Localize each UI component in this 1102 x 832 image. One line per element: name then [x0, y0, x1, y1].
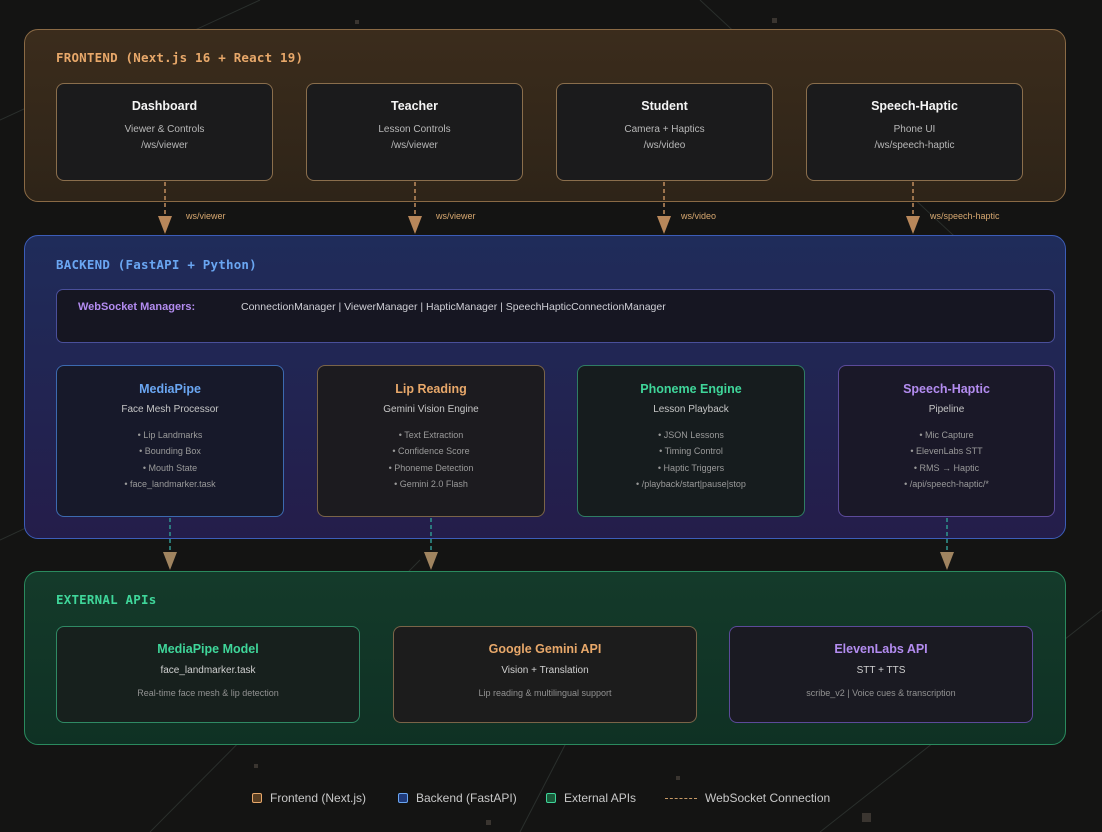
arrowhead: [940, 552, 954, 570]
legend-item-external: External APIs: [546, 791, 636, 805]
arrowhead: [906, 216, 920, 234]
connection-label: ws/video: [681, 211, 717, 221]
arrowhead: [657, 216, 671, 234]
legend-item-frontend: Frontend (Next.js): [252, 791, 366, 805]
legend-label: Backend (FastAPI): [416, 791, 517, 805]
legend-label: WebSocket Connection: [705, 791, 831, 805]
legend-item-connection: WebSocket Connection: [665, 791, 830, 805]
arrowhead: [424, 552, 438, 570]
legend-dash-icon: [665, 797, 697, 799]
arrowhead: [408, 216, 422, 234]
legend-label: Frontend (Next.js): [270, 791, 367, 805]
legend-swatch-frontend: [252, 793, 262, 803]
legend: Frontend (Next.js) Backend (FastAPI) Ext…: [0, 791, 1102, 807]
legend-swatch-external: [546, 793, 556, 803]
connection-label: ws/viewer: [436, 211, 476, 221]
legend-swatch-backend: [398, 793, 408, 803]
connection-label: ws/viewer: [186, 211, 226, 221]
legend-item-backend: Backend (FastAPI): [398, 791, 517, 805]
legend-label: External APIs: [564, 791, 637, 805]
connection-arrows: [158, 182, 954, 570]
arrowhead: [163, 552, 177, 570]
connection-label: ws/speech-haptic: [930, 211, 1000, 221]
arrowhead: [158, 216, 172, 234]
